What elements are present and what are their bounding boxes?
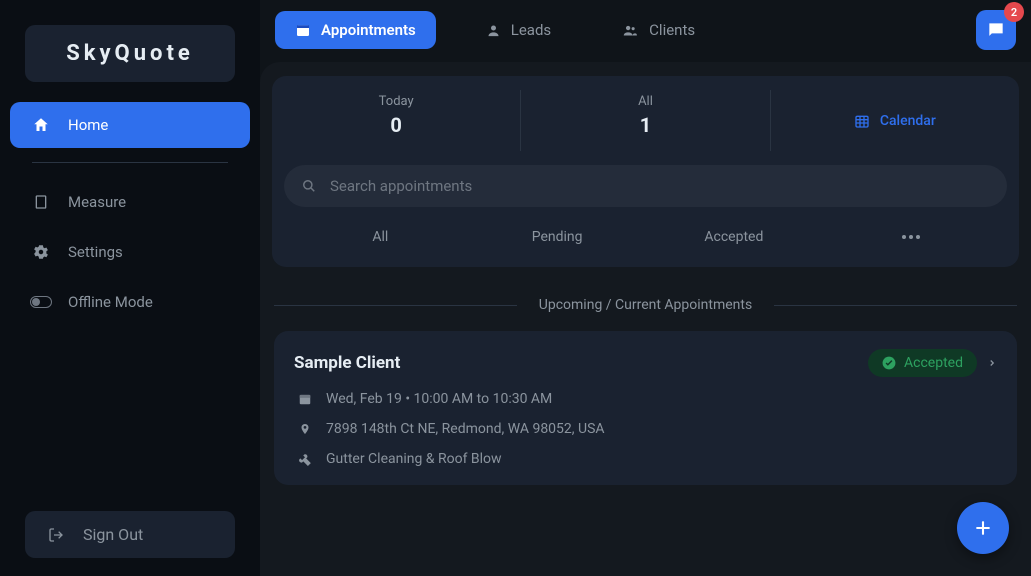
appointment-address-row: 7898 148th Ct NE, Redmond, WA 98052, USA [294,421,997,437]
tab-label: Clients [649,21,695,39]
section-title: Upcoming / Current Appointments [517,297,774,313]
tab-leads[interactable]: Leads [466,11,571,49]
sidebar-item-label: Settings [68,243,123,261]
gear-icon [28,243,54,261]
ellipsis-icon [902,235,920,239]
stat-all[interactable]: All 1 [521,90,770,151]
sign-out-label: Sign Out [83,525,143,544]
filter-more[interactable] [822,221,999,253]
appointment-datetime-row: Wed, Feb 19 • 10:00 AM to 10:30 AM [294,391,997,407]
appointment-card[interactable]: Sample Client Accepted [274,331,1017,485]
stat-value: 0 [272,113,520,137]
building-icon [28,193,54,211]
tools-icon [294,452,316,466]
toggle-icon [28,296,54,308]
status-text: Accepted [904,355,963,371]
notifications-button[interactable]: 2 [976,10,1016,50]
filter-tabs: All Pending Accepted [272,221,1019,267]
sidebar-item-settings[interactable]: Settings [10,229,250,275]
sidebar-item-label: Measure [68,193,126,211]
add-fab-button[interactable] [957,502,1009,554]
people-icon [621,23,639,38]
filter-pending[interactable]: Pending [469,221,646,253]
status-badge: Accepted [868,349,977,377]
notification-badge: 2 [1004,2,1024,22]
calendar-day-icon [294,392,316,406]
stat-label: Today [272,94,520,109]
sidebar: SkyQuote Home Measure Settings Offline M… [0,0,260,576]
main-area: Appointments Leads Clients 2 Today [260,0,1031,576]
calendar-button[interactable]: Calendar [771,90,1019,151]
filter-accepted[interactable]: Accepted [646,221,823,253]
content-panel: Today 0 All 1 Calendar [260,62,1031,576]
sidebar-item-offline[interactable]: Offline Mode [10,279,250,325]
search-container[interactable] [284,165,1007,207]
check-circle-icon [882,356,896,370]
sign-out-icon [43,527,69,543]
sidebar-item-label: Home [68,116,108,134]
appointment-datetime: Wed, Feb 19 • 10:00 AM to 10:30 AM [326,391,552,407]
brand-logo: SkyQuote [25,25,235,82]
top-tabs: Appointments Leads Clients 2 [260,0,1031,50]
home-icon [28,116,54,134]
person-icon [486,23,501,38]
tab-label: Leads [511,21,551,39]
filter-all[interactable]: All [292,221,469,253]
calendar-icon [295,22,311,38]
chevron-right-icon [987,356,997,370]
tab-clients[interactable]: Clients [601,11,715,49]
appointment-service: Gutter Cleaning & Roof Blow [326,451,502,467]
location-pin-icon [294,421,316,437]
stats-card: Today 0 All 1 Calendar [272,76,1019,267]
stat-label: All [521,94,769,109]
sidebar-item-home[interactable]: Home [10,102,250,148]
appointment-service-row: Gutter Cleaning & Roof Blow [294,451,997,467]
search-input[interactable] [330,177,989,195]
stat-today[interactable]: Today 0 [272,90,521,151]
sidebar-item-measure[interactable]: Measure [10,179,250,225]
appointment-address: 7898 148th Ct NE, Redmond, WA 98052, USA [326,421,605,437]
tab-appointments[interactable]: Appointments [275,11,436,49]
sidebar-divider [32,162,228,163]
section-divider: Upcoming / Current Appointments [260,267,1031,331]
calendar-grid-icon [854,113,870,129]
sidebar-item-label: Offline Mode [68,293,153,311]
appointment-client-name: Sample Client [294,353,400,373]
search-icon [302,179,316,193]
sign-out-button[interactable]: Sign Out [25,511,235,558]
tab-label: Appointments [321,21,416,39]
calendar-label: Calendar [880,113,936,129]
stat-value: 1 [521,113,769,137]
plus-icon [973,518,993,538]
chat-icon [986,20,1006,40]
